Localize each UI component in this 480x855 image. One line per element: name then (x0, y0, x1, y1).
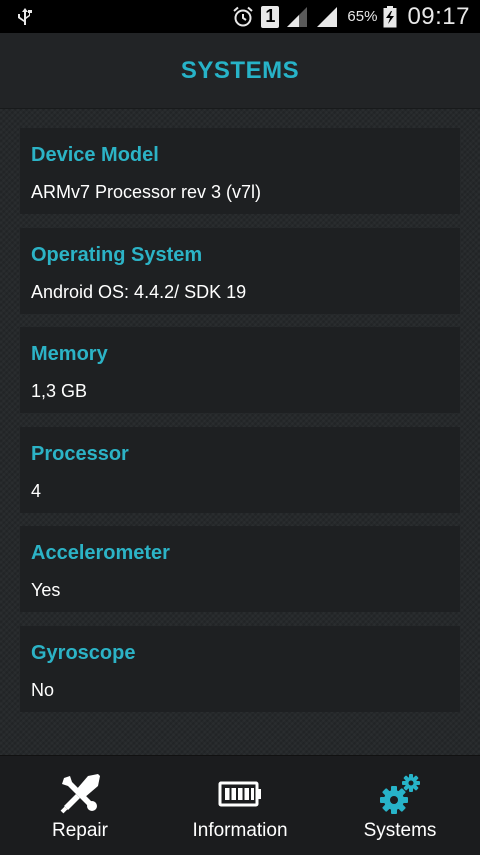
bottom-navigation: Repair Information Systems (0, 755, 480, 855)
card-memory: Memory 1,3 GB (20, 327, 460, 413)
signal-icon (287, 6, 308, 27)
page-title: SYSTEMS (180, 56, 300, 84)
card-processor: Processor 4 (20, 427, 460, 513)
card-value: Android OS: 4.4.2/ SDK 19 (31, 282, 247, 302)
battery-charging-icon (383, 5, 397, 27)
signal-icon (317, 6, 338, 27)
nav-repair[interactable]: Repair (0, 756, 160, 855)
status-bar: 1 65% 09:17 (0, 0, 480, 33)
systems-list[interactable]: Device Model ARMv7 Processor rev 3 (v7l)… (0, 109, 480, 755)
nav-label: Repair (52, 820, 108, 841)
sim-slot-number: 1 (265, 6, 276, 26)
alarm-icon (233, 6, 254, 26)
card-title: Accelerometer (31, 542, 170, 564)
card-accelerometer: Accelerometer Yes (20, 526, 460, 612)
card-title: Memory (31, 343, 108, 365)
card-title: Operating System (31, 244, 203, 266)
card-value: ARMv7 Processor rev 3 (v7l) (31, 182, 262, 202)
card-gyroscope: Gyroscope No (20, 626, 460, 712)
battery-icon (218, 781, 261, 807)
card-value: Yes (31, 580, 61, 600)
nav-systems[interactable]: Systems (320, 756, 480, 855)
nav-label: Information (192, 820, 288, 841)
nav-information[interactable]: Information (160, 756, 320, 855)
battery-percent: 65% (347, 8, 378, 25)
card-title: Gyroscope (31, 642, 136, 664)
card-title: Processor (31, 443, 129, 465)
card-value: 1,3 GB (31, 381, 88, 401)
usb-icon (18, 8, 32, 25)
clock: 09:17 (407, 2, 470, 30)
card-value: 4 (31, 481, 42, 501)
gears-icon (380, 774, 420, 814)
card-title: Device Model (31, 144, 159, 166)
app-header: SYSTEMS (0, 33, 480, 109)
card-value: No (31, 680, 55, 700)
sim-icon: 1 (261, 5, 280, 28)
card-device-model: Device Model ARMv7 Processor rev 3 (v7l) (20, 128, 460, 214)
card-operating-system: Operating System Android OS: 4.4.2/ SDK … (20, 228, 460, 314)
nav-label: Systems (363, 820, 437, 841)
tools-icon (60, 774, 100, 814)
